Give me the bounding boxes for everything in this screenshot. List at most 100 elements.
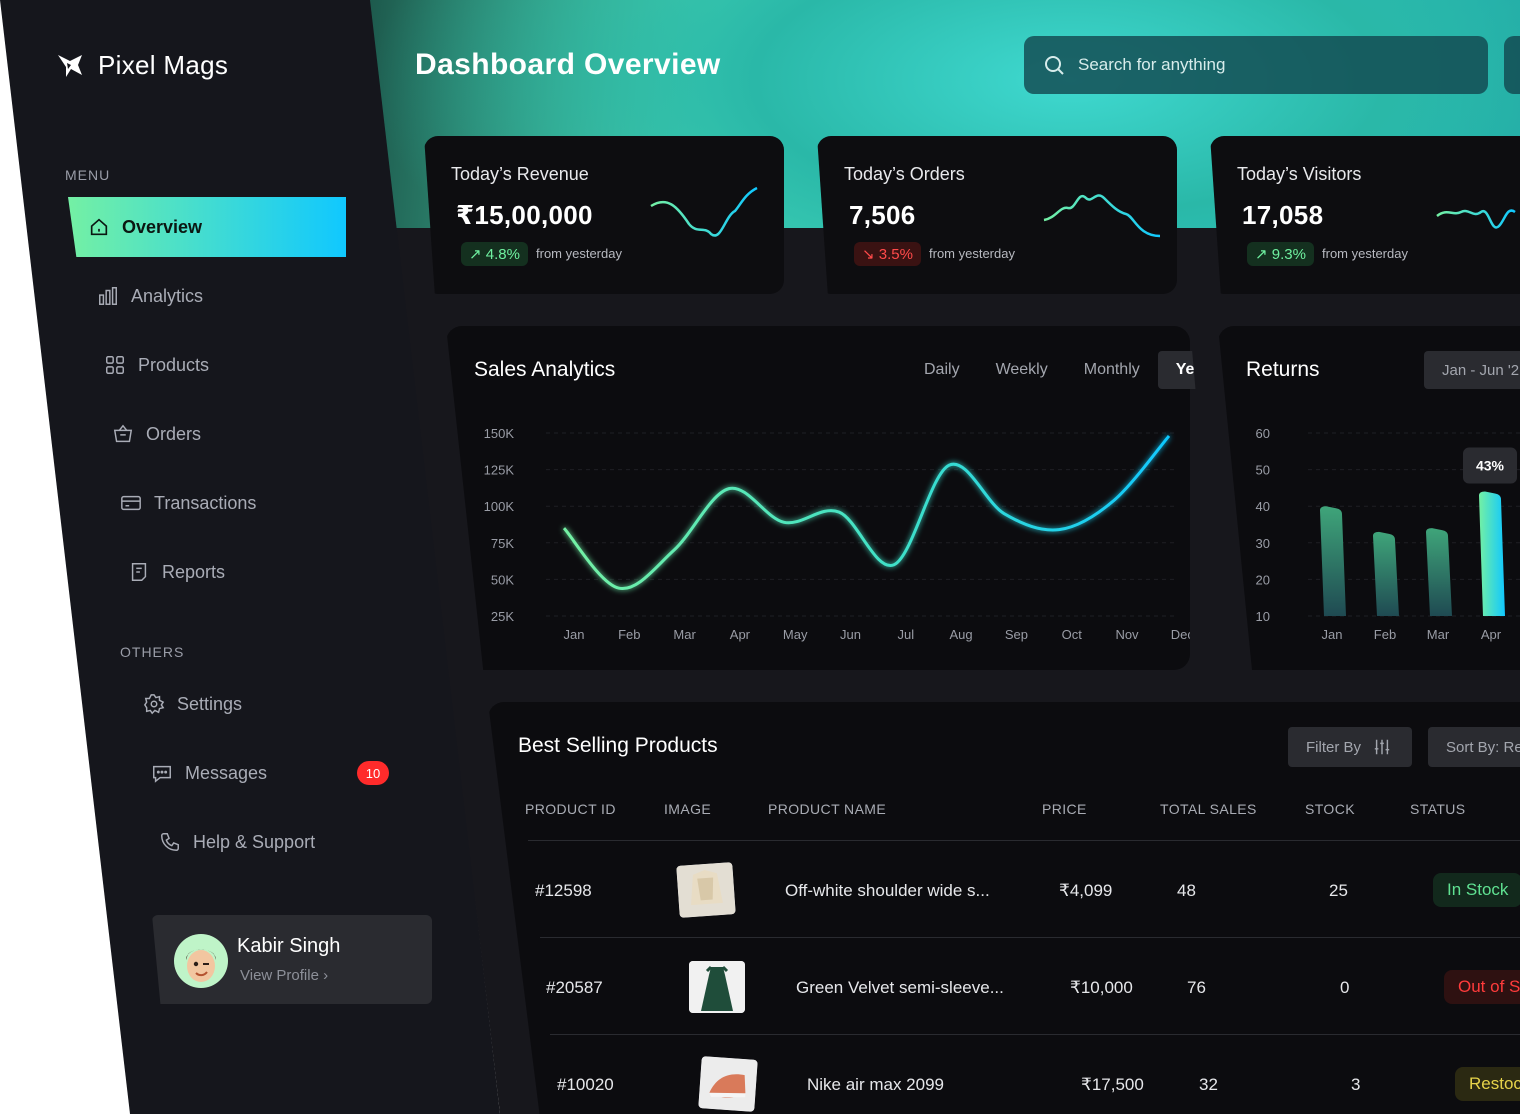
- view-profile-link[interactable]: View Profile ›: [240, 967, 328, 984]
- card-icon: [121, 495, 141, 511]
- y-tick-label: 75K: [491, 536, 514, 551]
- sidebar-item-overview[interactable]: Overview: [68, 197, 346, 257]
- sidebar-item-products[interactable]: Products: [104, 345, 209, 385]
- cell-stock: 0: [1340, 978, 1350, 997]
- others-label: OTHERS: [120, 644, 185, 660]
- sidebar-item-orders[interactable]: Orders: [112, 414, 201, 454]
- profile-card[interactable]: Kabir Singh View Profile ›: [152, 915, 432, 1004]
- sidebar-item-messages[interactable]: Messages: [151, 753, 267, 793]
- cell-price: ₹4,099: [1059, 881, 1113, 900]
- sidebar-item-label: Messages: [185, 762, 268, 783]
- stat-note: from yesterday: [929, 246, 1015, 261]
- y-tick-label: 125K: [484, 463, 515, 478]
- returns-bar: [1373, 531, 1399, 616]
- sidebar-item-label: Settings: [177, 693, 243, 714]
- basket-icon: [113, 424, 133, 443]
- cell-product-name[interactable]: Off-white shoulder wide s...: [785, 881, 990, 901]
- col-price: PRICE: [1042, 801, 1087, 817]
- col-status: STATUS: [1410, 801, 1466, 817]
- sidebar-item-label: Help & Support: [193, 831, 316, 852]
- row-divider: [540, 937, 1520, 938]
- x-tick-label: Mar: [673, 627, 696, 642]
- cell-stock: 3: [1351, 1075, 1361, 1094]
- y-tick-label: 30: [1256, 536, 1270, 551]
- chat-icon: [153, 765, 171, 783]
- sort-button[interactable]: Sort By: Re: [1428, 727, 1520, 767]
- col-stock: STOCK: [1305, 801, 1355, 817]
- phone-icon: [161, 833, 179, 851]
- header-action-button[interactable]: [1504, 36, 1520, 94]
- product-image: [698, 1056, 758, 1112]
- x-tick-label: Feb: [1374, 627, 1396, 642]
- x-tick-label: Apr: [1481, 627, 1502, 642]
- stat-card-orders: Today’s Orders 7,506 ↘ 3.5% from yesterd…: [817, 136, 1177, 294]
- cell-product-name[interactable]: Nike air max 2099: [807, 1075, 944, 1095]
- returns-bar-chart: 60 50 40 30 20 10 Jan Feb Mar Apr 43%: [1256, 426, 1520, 642]
- y-tick-label: 50K: [491, 572, 514, 587]
- sidebar-item-analytics[interactable]: Analytics: [97, 276, 203, 316]
- page-title: Dashboard Overview: [415, 48, 721, 81]
- report-icon: [131, 563, 147, 581]
- search-input[interactable]: Search for anything: [1024, 36, 1488, 94]
- sidebar-item-label: Overview: [122, 216, 203, 237]
- grid-icon: [106, 356, 124, 374]
- returns-bar: [1426, 528, 1452, 616]
- stat-change: ↗ 9.3%: [1247, 242, 1314, 266]
- cell-total-sales: 48: [1177, 881, 1196, 900]
- logo-icon: [58, 54, 82, 77]
- search-placeholder: Search for anything: [1078, 55, 1226, 74]
- sparkline-visitors: [1436, 209, 1516, 229]
- sidebar-item-label: Products: [138, 354, 210, 375]
- messages-badge: 10: [357, 761, 389, 785]
- x-tick-label: Sep: [1005, 627, 1028, 642]
- stat-card-revenue: Today’s Revenue ₹15,00,000 ↗ 4.8% from y…: [424, 136, 784, 294]
- y-tick-label: 20: [1256, 572, 1270, 587]
- sales-line-chart: 150K 125K 100K 75K 50K 25K Jan Feb Mar Apr May Jun J…: [484, 426, 1190, 642]
- x-tick-label: Aug: [950, 627, 973, 642]
- stat-value: ₹15,00,000: [456, 200, 593, 230]
- y-tick-label: 50: [1256, 463, 1270, 478]
- col-total-sales: TOTAL SALES: [1160, 801, 1257, 817]
- filter-button[interactable]: Filter By: [1288, 727, 1412, 767]
- status-badge: In Stock: [1433, 873, 1520, 907]
- stat-title: Today’s Orders: [844, 164, 965, 184]
- x-tick-label: Mar: [1427, 627, 1450, 642]
- returns-bar: [1320, 506, 1346, 616]
- cell-product-name[interactable]: Green Velvet semi-sleeve...: [796, 978, 1004, 998]
- bar-chart-icon: [99, 287, 117, 305]
- sidebar-item-reports[interactable]: Reports: [128, 552, 225, 592]
- search-icon: [1045, 56, 1064, 75]
- status-badge: Out of S: [1444, 970, 1520, 1004]
- sales-series-line: [562, 434, 1171, 590]
- cell-total-sales: 76: [1187, 978, 1206, 997]
- bar-tooltip-label: 43%: [1476, 458, 1505, 474]
- x-tick-label: Jun: [840, 627, 861, 642]
- sparkline-orders: [1043, 194, 1161, 238]
- sidebar-item-settings[interactable]: Settings: [143, 684, 242, 724]
- cell-product-id: #10020: [557, 1075, 614, 1094]
- sidebar-item-label: Transactions: [154, 492, 257, 513]
- sidebar-item-label: Orders: [146, 423, 202, 444]
- sidebar-item-transactions[interactable]: Transactions: [120, 483, 256, 523]
- returns-panel: Returns Jan - Jun '2 60 50 40 30 20 10 Jan Feb M…: [1218, 326, 1520, 670]
- app-logo[interactable]: Pixel Mags: [56, 50, 228, 81]
- cell-price: ₹17,500: [1081, 1075, 1144, 1094]
- x-tick-label: Jan: [564, 627, 585, 642]
- y-tick-label: 25K: [491, 609, 514, 624]
- x-tick-label: Nov: [1115, 627, 1139, 642]
- gear-icon: [143, 694, 165, 715]
- sliders-icon: [1374, 739, 1390, 755]
- avatar: [174, 934, 228, 988]
- product-image: [689, 961, 745, 1013]
- stat-change: ↗ 4.8%: [461, 242, 528, 266]
- sidebar-item-help[interactable]: Help & Support: [159, 822, 315, 862]
- stat-note: from yesterday: [536, 246, 622, 261]
- sidebar-item-label: Reports: [162, 561, 226, 582]
- x-tick-label: Oct: [1062, 627, 1083, 642]
- cell-stock: 25: [1329, 881, 1348, 900]
- y-tick-label: 100K: [484, 499, 515, 514]
- row-divider: [528, 840, 1520, 841]
- x-tick-label: Jan: [1322, 627, 1343, 642]
- cell-product-id: #20587: [546, 978, 603, 997]
- y-tick-label: 150K: [484, 426, 515, 441]
